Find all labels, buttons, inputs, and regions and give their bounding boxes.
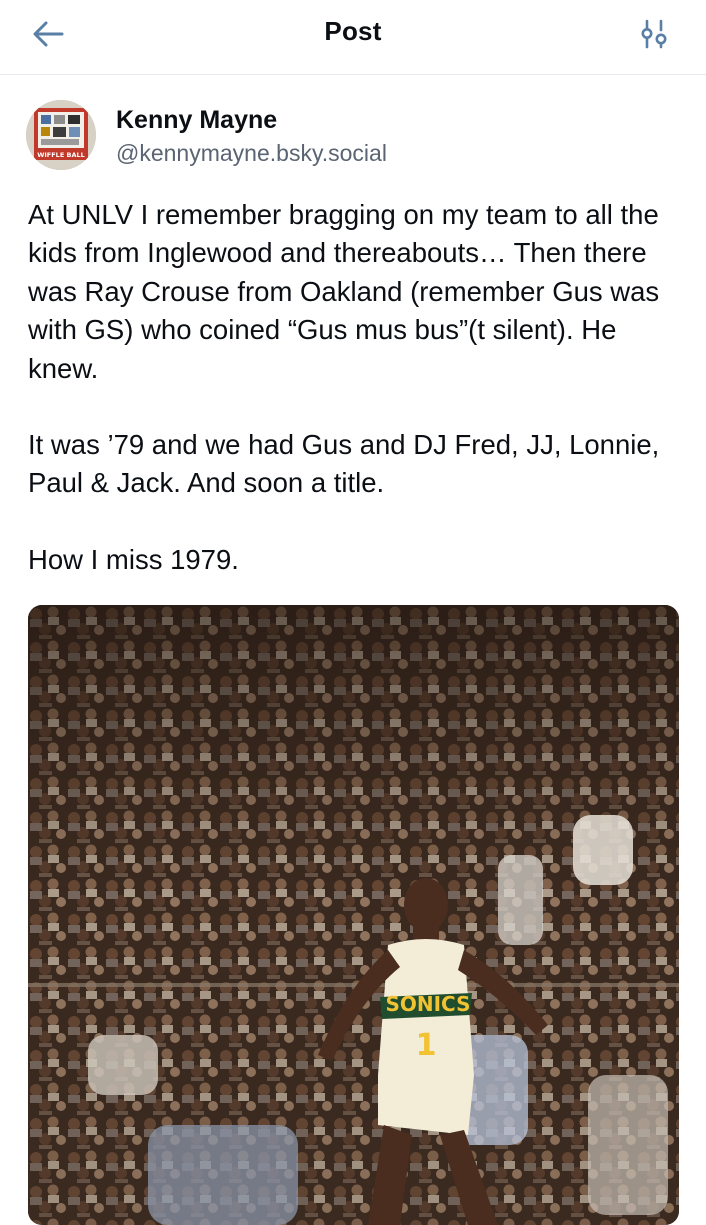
- post-paragraph: How I miss 1979.: [28, 543, 239, 575]
- avatar-image: WIFFLE BALL: [26, 100, 96, 170]
- page-title: Post: [324, 16, 382, 46]
- post-paragraph: At UNLV I remember bragging on my team t…: [28, 199, 660, 384]
- author-display-name[interactable]: Kenny Mayne: [116, 106, 277, 135]
- post-author[interactable]: WIFFLE BALL Kenny Mayne @kennymayne.bsky…: [26, 100, 676, 170]
- post-body: At UNLV I remember bragging on my team t…: [28, 196, 688, 579]
- filter-button[interactable]: [638, 17, 670, 51]
- author-handle[interactable]: @kennymayne.bsky.social: [116, 140, 387, 167]
- sliders-icon: [641, 19, 667, 49]
- basketball-photo: SONICS 1: [28, 605, 679, 1225]
- post-paragraph: It was ’79 and we had Gus and DJ Fred, J…: [28, 429, 660, 499]
- jersey-text: SONICS: [385, 992, 470, 1016]
- avatar[interactable]: WIFFLE BALL: [26, 100, 96, 170]
- jersey-number: 1: [416, 1028, 437, 1063]
- top-bar: Post: [0, 0, 706, 75]
- post-image[interactable]: SONICS 1: [28, 605, 679, 1225]
- avatar-caption: WIFFLE BALL: [37, 151, 85, 159]
